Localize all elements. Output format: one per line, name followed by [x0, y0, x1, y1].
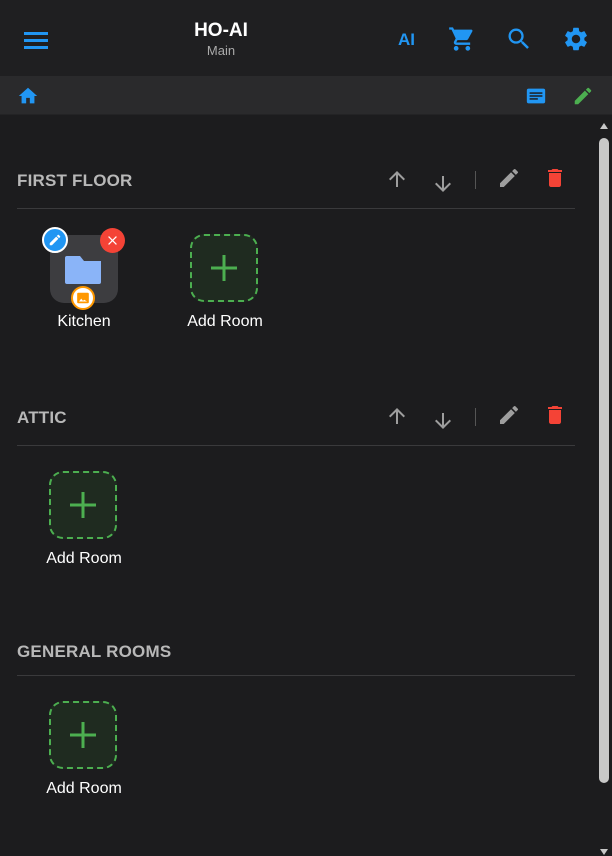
edit-room-badge[interactable] — [42, 227, 68, 253]
delete-section-icon[interactable] — [542, 402, 568, 428]
edit-section-icon[interactable] — [496, 165, 522, 191]
settings-icon[interactable] — [561, 24, 591, 54]
edit-icon[interactable] — [571, 84, 595, 108]
top-app-bar: HO-AI Main AI — [0, 0, 612, 77]
ai-button[interactable]: AI — [398, 30, 415, 50]
list-view-icon[interactable] — [523, 84, 549, 108]
move-up-icon[interactable] — [384, 402, 410, 430]
scroll-up-arrow-icon[interactable] — [599, 122, 609, 130]
search-icon[interactable] — [504, 24, 534, 54]
move-down-icon[interactable] — [430, 170, 456, 198]
plus-icon — [70, 492, 96, 518]
section-title: ATTIC — [17, 408, 67, 427]
section-divider — [17, 445, 575, 446]
divider — [475, 171, 476, 189]
app-title: HO-AI — [194, 20, 248, 41]
section-title: GENERAL ROOMS — [17, 642, 172, 661]
plus-icon — [211, 255, 237, 281]
add-room-label: Add Room — [46, 780, 122, 797]
image-badge[interactable] — [71, 286, 95, 310]
add-room-label: Add Room — [187, 313, 263, 330]
move-up-icon[interactable] — [384, 165, 410, 193]
secondary-toolbar — [0, 77, 612, 115]
section-title: FIRST FLOOR — [17, 171, 133, 190]
rooms-content: FIRST FLOOR Kitchen Add Room ATTIC Add R… — [0, 115, 596, 856]
add-room-button[interactable] — [49, 701, 117, 769]
scroll-down-arrow-icon[interactable] — [599, 848, 609, 856]
move-down-icon[interactable] — [430, 407, 456, 435]
edit-section-icon[interactable] — [496, 402, 522, 428]
remove-room-badge[interactable] — [100, 228, 125, 253]
menu-icon[interactable] — [22, 26, 50, 54]
add-room-button[interactable] — [49, 471, 117, 539]
divider — [475, 408, 476, 426]
delete-section-icon[interactable] — [542, 165, 568, 191]
plus-icon — [70, 722, 96, 748]
scrollbar-thumb[interactable] — [599, 138, 609, 783]
app-subtitle: Main — [206, 43, 236, 58]
folder-icon — [65, 256, 101, 284]
section-divider — [17, 208, 575, 209]
cart-icon[interactable] — [447, 24, 477, 54]
section-divider — [17, 675, 575, 676]
add-room-label: Add Room — [46, 550, 122, 567]
home-icon[interactable] — [16, 84, 40, 108]
add-room-button[interactable] — [190, 234, 258, 302]
room-label: Kitchen — [57, 313, 111, 330]
